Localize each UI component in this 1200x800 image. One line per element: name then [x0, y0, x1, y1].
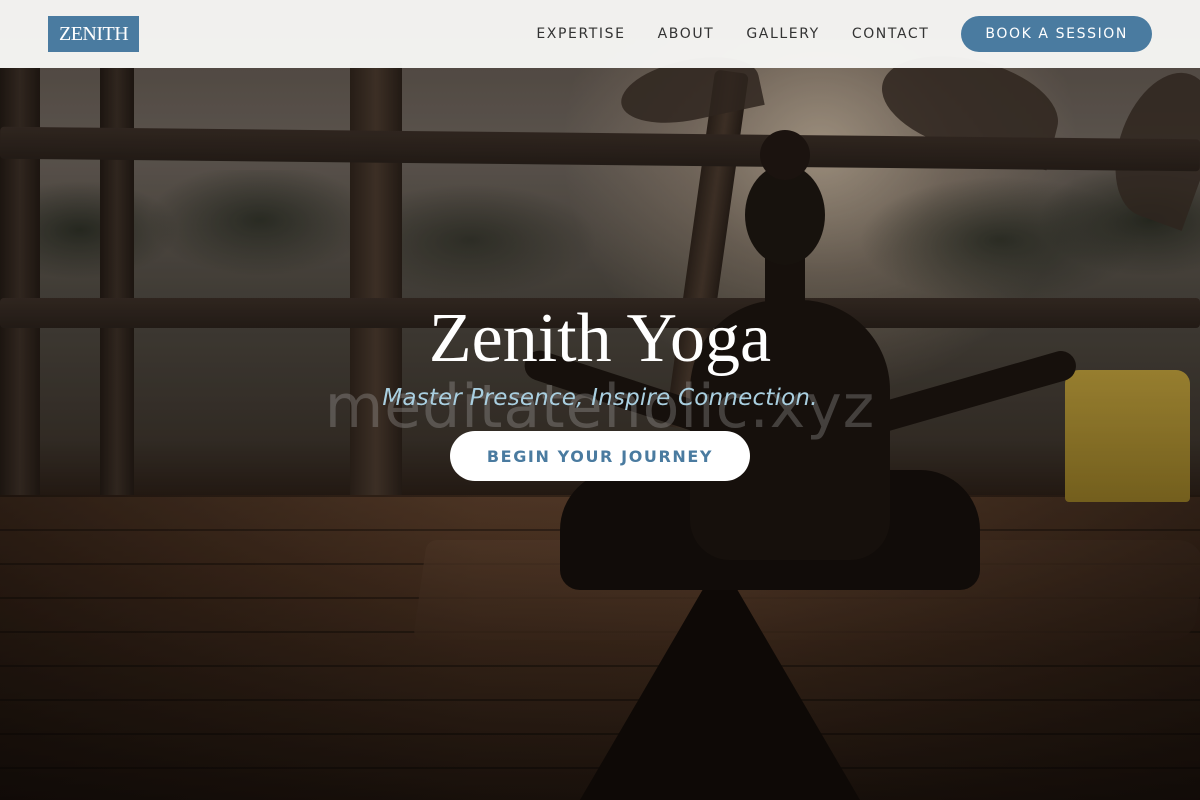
brand-logo[interactable]: ZENITH [48, 16, 140, 52]
book-session-button[interactable]: BOOK A SESSION [961, 16, 1152, 52]
hero-title: Zenith Yoga [428, 300, 772, 377]
hero-subtitle: Master Presence, Inspire Connection. [382, 385, 818, 411]
hero-content: Zenith Yoga Master Presence, Inspire Con… [0, 300, 1200, 481]
nav-link-expertise[interactable]: EXPERTISE [536, 26, 625, 42]
nav-links: EXPERTISE ABOUT GALLERY CONTACT BOOK A S… [504, 16, 1152, 52]
begin-journey-button[interactable]: BEGIN YOUR JOURNEY [450, 431, 750, 481]
top-navbar: ZENITH EXPERTISE ABOUT GALLERY CONTACT B… [0, 0, 1200, 68]
nav-link-contact[interactable]: CONTACT [852, 26, 930, 42]
nav-link-gallery[interactable]: GALLERY [746, 26, 819, 42]
nav-link-about[interactable]: ABOUT [658, 26, 715, 42]
